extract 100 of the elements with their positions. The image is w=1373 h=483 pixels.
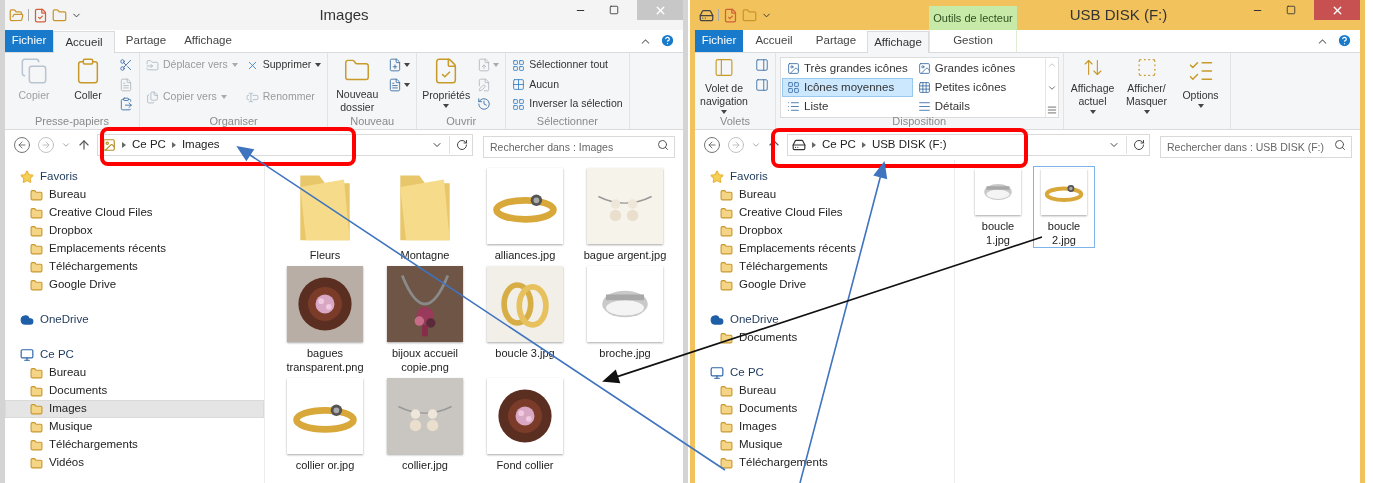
back-button[interactable]	[13, 136, 31, 154]
file-item[interactable]: alliances.jpg	[475, 165, 575, 263]
refresh-icon[interactable]	[1133, 139, 1145, 151]
ribbon-tab[interactable]: Accueil	[53, 31, 115, 53]
ribbon-tab[interactable]: Partage	[115, 30, 177, 52]
nav-item[interactable]: Documents	[5, 382, 264, 400]
address-bar[interactable]: Ce PC USB DISK (F:)	[787, 134, 1150, 156]
breadcrumb[interactable]: USB DISK (F:)	[871, 136, 947, 154]
search-field[interactable]: Rechercher dans : Images	[483, 136, 675, 158]
breadcrumb[interactable]: Images	[181, 136, 220, 154]
image-icon	[787, 62, 800, 75]
ribbon-tab[interactable]: Partage	[805, 30, 867, 52]
nav-item[interactable]: Téléchargements	[695, 258, 954, 276]
nav-item[interactable]: Bureau	[5, 186, 264, 204]
nav-item[interactable]: Documents	[695, 400, 954, 418]
up-button[interactable]	[77, 138, 91, 152]
folder-icon	[30, 188, 43, 202]
refresh-icon[interactable]	[456, 139, 468, 151]
nav-item[interactable]: Dropbox	[5, 222, 264, 240]
forward-button[interactable]	[727, 136, 745, 154]
breadcrumb[interactable]: Ce PC	[822, 136, 856, 154]
ribbon-button[interactable]: Affichage actuel	[1067, 53, 1118, 114]
nav-item[interactable]: Images	[695, 418, 954, 436]
ribbon-button[interactable]: Options	[1175, 53, 1226, 114]
ribbon-button[interactable]: Sélectionner tout	[510, 55, 625, 75]
scroll-up-icon[interactable]	[1046, 60, 1057, 70]
ribbon-button[interactable]: Coller	[63, 53, 113, 114]
nav-item[interactable]: OneDrive	[695, 311, 954, 329]
ribbon-tab[interactable]: Affichage	[867, 31, 929, 53]
nav-item[interactable]: Emplacements récents	[5, 240, 264, 258]
ribbon-button[interactable]: Nouveau dossier	[332, 53, 383, 114]
nav-item[interactable]: Musique	[5, 418, 264, 436]
nav-item[interactable]: Vidéos	[5, 454, 264, 472]
nav-item[interactable]: Bureau	[695, 186, 954, 204]
ribbon-button[interactable]: Afficher/ Masquer	[1121, 53, 1172, 114]
file-item[interactable]: bagues transparent.png	[275, 263, 375, 375]
ribbon-button[interactable]: Propriétés	[421, 53, 472, 114]
ribbon-tab[interactable]: Affichage	[177, 30, 239, 52]
nav-item[interactable]: Bureau	[5, 364, 264, 382]
nav-item[interactable]: OneDrive	[5, 311, 264, 329]
file-item[interactable]: Fond collier	[475, 375, 575, 473]
nav-item[interactable]: Images	[5, 400, 264, 418]
layout-option[interactable]: Détails	[912, 97, 1044, 116]
nav-item[interactable]: Favoris	[5, 168, 264, 186]
help-icon[interactable]	[1337, 33, 1352, 48]
nav-item[interactable]: Ce PC	[5, 346, 264, 364]
nav-item[interactable]: Bureau	[695, 382, 954, 400]
file-item[interactable]: Fleurs	[275, 165, 375, 263]
folder-icon	[720, 242, 733, 256]
ribbon-button[interactable]: Supprimer	[243, 55, 324, 75]
nav-item[interactable]: Favoris	[695, 168, 954, 186]
search-icon[interactable]	[1334, 139, 1346, 151]
address-bar[interactable]: Ce PC Images	[97, 134, 473, 156]
layout-option[interactable]: Très grandes icônes	[782, 59, 913, 78]
breadcrumb[interactable]: Ce PC	[132, 136, 166, 154]
nav-item[interactable]: Téléchargements	[5, 436, 264, 454]
file-item[interactable]: Montagne	[375, 165, 475, 263]
window-title: USB DISK (F:)	[1069, 4, 1168, 25]
properties-icon[interactable]	[723, 7, 738, 23]
layout-option[interactable]: Grandes icônes	[912, 59, 1044, 78]
ribbon-button[interactable]: Inverser la sélection	[510, 94, 625, 115]
layout-option[interactable]: Liste	[782, 97, 913, 116]
folder-icon[interactable]	[742, 7, 757, 23]
recent-locations-icon[interactable]	[61, 140, 71, 150]
folder-icon[interactable]	[52, 7, 67, 23]
back-button[interactable]	[703, 136, 721, 154]
breadcrumb-arrow-icon	[812, 142, 816, 148]
file-item[interactable]: bijoux accueil copie.png	[375, 263, 475, 375]
properties-icon[interactable]	[33, 7, 48, 23]
ribbon-tab[interactable]: Fichier	[695, 30, 743, 52]
folder-icon	[720, 420, 733, 434]
recent-locations-icon[interactable]	[751, 140, 761, 150]
nav-item[interactable]: Ce PC	[695, 364, 954, 382]
nav-item[interactable]: Téléchargements	[5, 258, 264, 276]
layout-option[interactable]: Petites icônes	[912, 78, 1044, 97]
nav-item[interactable]: Google Drive	[695, 276, 954, 294]
close-button[interactable]	[1314, 0, 1360, 20]
file-item[interactable]: boucle 2.jpg	[1033, 166, 1095, 248]
nav-item[interactable]: Emplacements récents	[695, 240, 954, 258]
file-item[interactable]: collier.jpg	[375, 375, 475, 473]
file-item[interactable]: broche.jpg	[575, 263, 675, 361]
nav-item[interactable]: Google Drive	[5, 276, 264, 294]
forward-button[interactable]	[37, 136, 55, 154]
ribbon-button[interactable]: Volet de navigation	[699, 53, 749, 114]
nav-item[interactable]: Creative Cloud Files	[5, 204, 264, 222]
help-icon[interactable]	[660, 33, 675, 48]
search-field[interactable]: Rechercher dans : USB DISK (F:)	[1160, 136, 1352, 158]
folder-icon	[30, 366, 43, 380]
ribbon-tab[interactable]: Accueil	[743, 30, 805, 52]
nav-item[interactable]: Creative Cloud Files	[695, 204, 954, 222]
search-icon[interactable]	[657, 139, 669, 151]
layout-option[interactable]: Icônes moyennes	[782, 78, 913, 97]
nav-item[interactable]: Musique	[695, 436, 954, 454]
file-item[interactable]: boucle 1.jpg	[967, 166, 1029, 248]
file-item[interactable]: collier or.jpg	[275, 375, 375, 473]
ribbon-tab[interactable]: Fichier	[5, 30, 53, 52]
more-icon[interactable]	[1046, 105, 1057, 115]
ribbon-button[interactable]: Aucun	[510, 74, 625, 95]
nav-item[interactable]: Dropbox	[695, 222, 954, 240]
file-item[interactable]: bague argent.jpg	[575, 165, 675, 263]
